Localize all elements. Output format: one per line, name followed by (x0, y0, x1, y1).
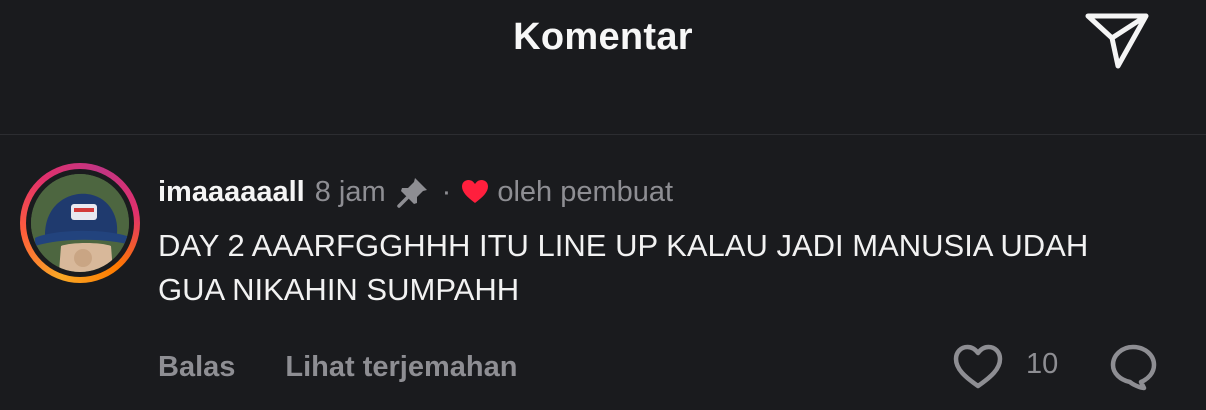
liked-by-author-label: oleh pembuat (497, 175, 674, 208)
comment-meta: imaaaaaall 8 jam · oleh pembuat (158, 172, 673, 212)
see-translation-button[interactable]: Lihat terjemahan (285, 351, 517, 384)
avatar-photo (31, 174, 129, 272)
comment-time: 8 jam (314, 175, 386, 208)
comment-actions: Balas Lihat terjemahan (158, 347, 517, 387)
send-icon[interactable] (1082, 10, 1152, 72)
avatar[interactable] (20, 163, 140, 283)
reply-button[interactable]: Balas (158, 351, 235, 384)
separator-dot: · (441, 175, 452, 208)
comment-text: DAY 2 AAARFGGHHH ITU LINE UP KALAU JADI … (158, 228, 1089, 307)
like-count: 10 (1026, 348, 1059, 380)
speech-bubble-icon[interactable] (1108, 343, 1160, 391)
avatar-illustration (31, 174, 129, 272)
comment-username[interactable]: imaaaaaall (158, 176, 305, 209)
page-title: Komentar (513, 16, 693, 58)
heart-filled-icon (462, 180, 489, 203)
heart-outline-icon[interactable] (952, 343, 1004, 391)
pin-icon (396, 178, 427, 208)
header: Komentar (0, 0, 1206, 135)
